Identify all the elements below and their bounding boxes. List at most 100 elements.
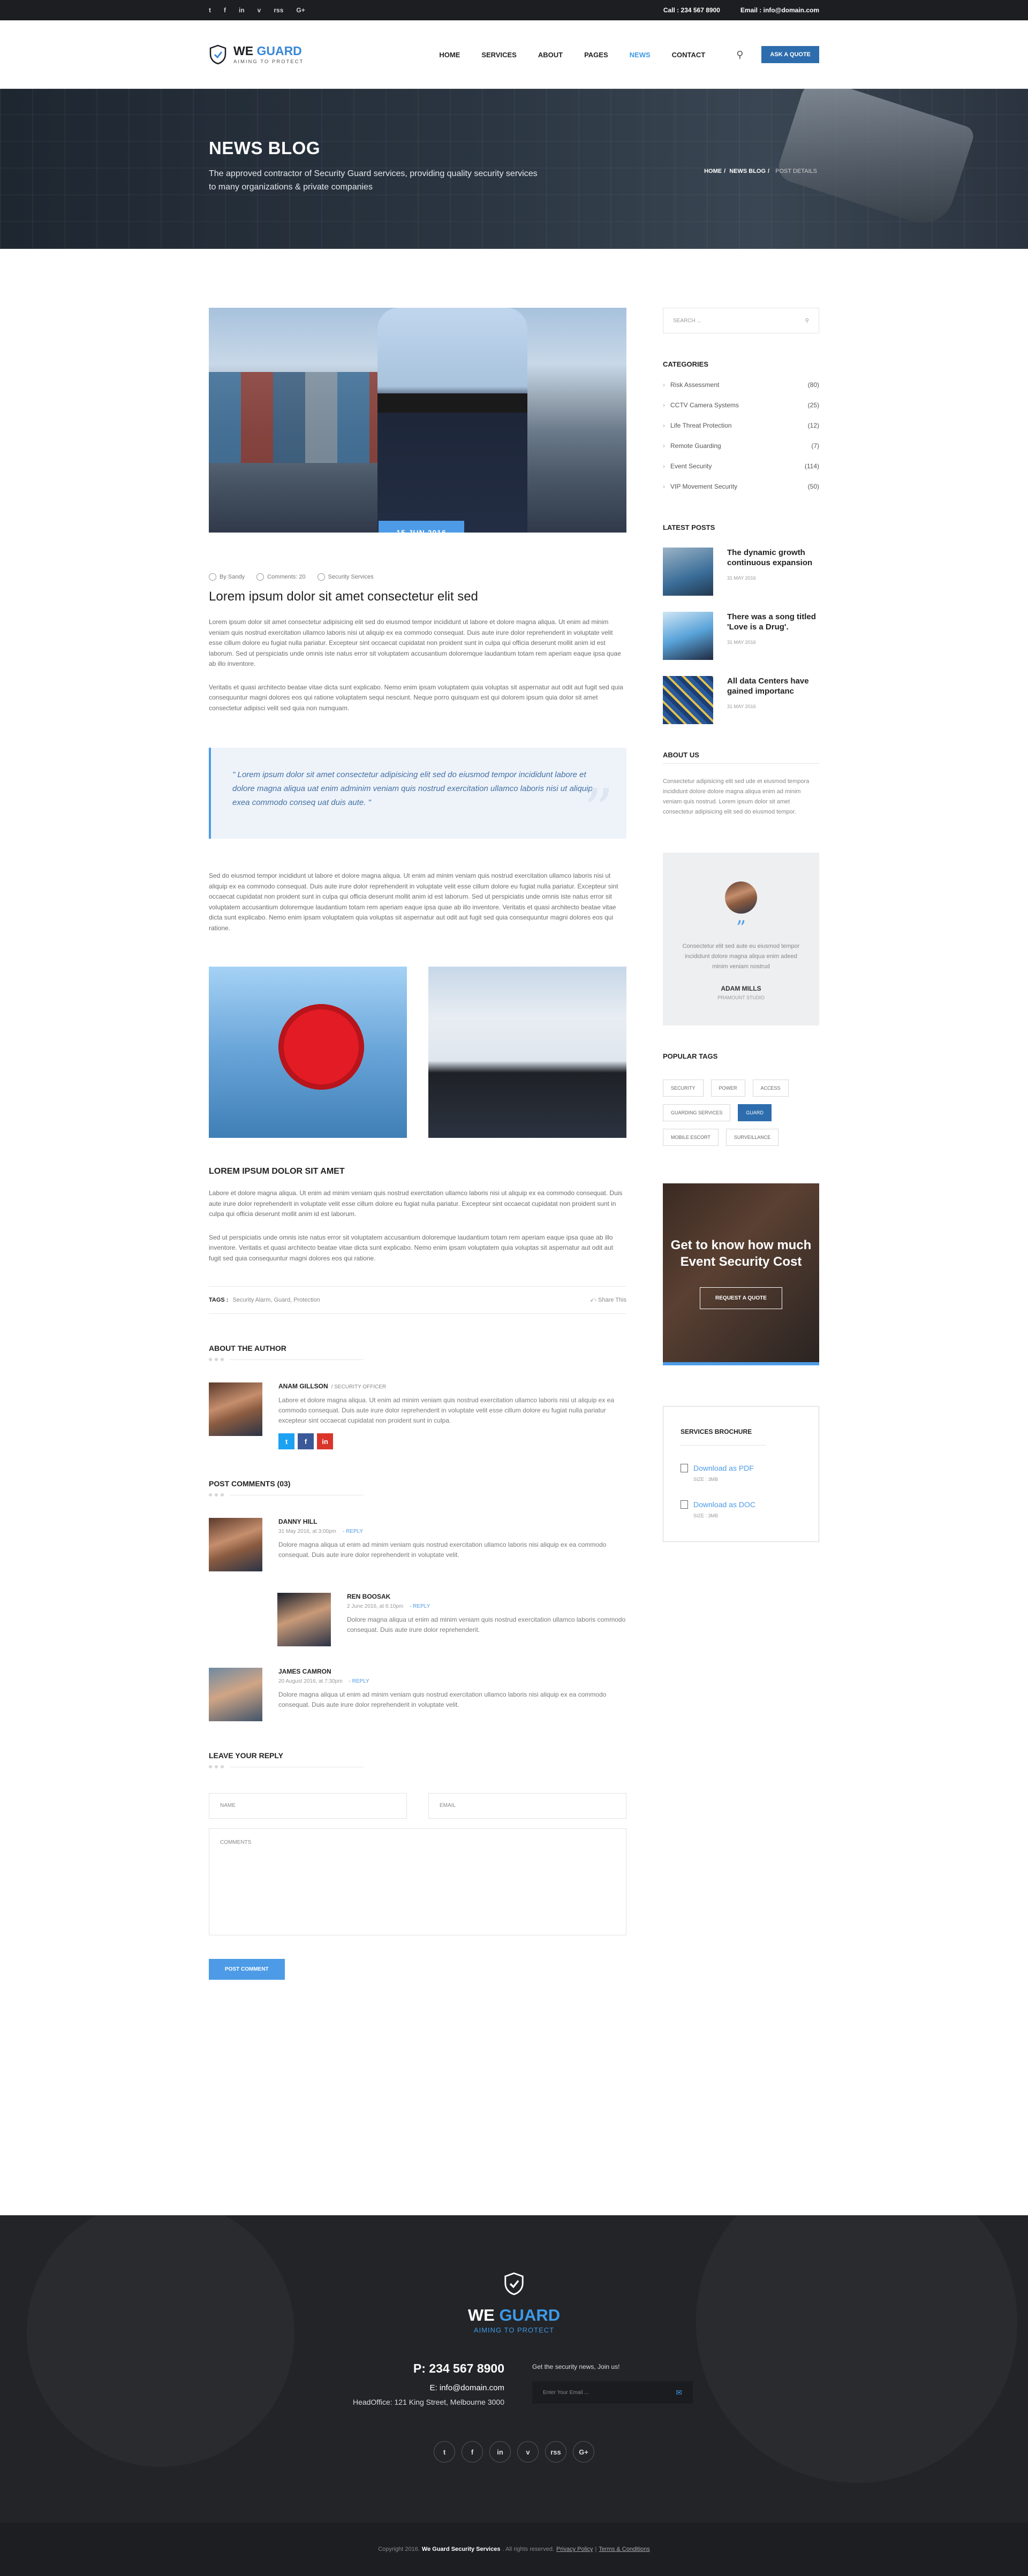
category-name[interactable]: Risk Assessment bbox=[663, 381, 719, 389]
post-title: Lorem ipsum dolor sit amet consectetur e… bbox=[209, 589, 478, 604]
ask-a-quote-button[interactable]: ASK A QUOTE bbox=[761, 46, 819, 63]
facebook-icon[interactable]: f bbox=[224, 6, 226, 14]
download-pdf-link[interactable]: Download as PDF bbox=[693, 1464, 754, 1472]
footer-logo[interactable]: WE GUARD AIMING TO PROTECT bbox=[0, 2272, 1028, 2334]
author-name: ANAM GILLSON bbox=[278, 1382, 328, 1390]
linkedin-icon[interactable]: in bbox=[317, 1433, 333, 1449]
category-item[interactable]: CCTV Camera Systems (25) bbox=[663, 401, 819, 409]
search-icon[interactable]: ⚲ bbox=[805, 318, 809, 324]
post-paragraph-5: Sed ut perspiciatis unde omnis iste natu… bbox=[209, 1233, 614, 1262]
commenter-name: JAMES CAMRON bbox=[278, 1668, 331, 1675]
tag-access[interactable]: ACCESS bbox=[752, 1080, 789, 1097]
tag-security[interactable]: SECURITY bbox=[663, 1080, 704, 1097]
menu-item-home[interactable]: HOME bbox=[439, 51, 460, 59]
post-category[interactable]: Security Services bbox=[317, 573, 374, 581]
download-size: SIZE : 3MB bbox=[693, 1477, 719, 1482]
rss-icon[interactable]: rss bbox=[545, 2441, 566, 2463]
search-icon[interactable]: ⚲ bbox=[736, 49, 743, 60]
page-banner: NEWS BLOG The approved contractor of Sec… bbox=[0, 89, 1028, 249]
post-comments-count[interactable]: Comments: 20 bbox=[256, 573, 306, 581]
download-pdf[interactable]: Download as PDF SIZE : 3MB bbox=[681, 1464, 802, 1482]
latest-post-title[interactable]: All data Centers have gained importanc bbox=[727, 676, 819, 696]
google-plus-icon[interactable]: G+ bbox=[573, 2441, 594, 2463]
breadcrumb-news-blog[interactable]: NEWS BLOG bbox=[729, 168, 766, 174]
category-item[interactable]: Event Security (114) bbox=[663, 462, 819, 470]
logo-guard: GUARD bbox=[256, 43, 302, 58]
post-author[interactable]: By Sandy bbox=[209, 573, 245, 581]
commenter-avatar bbox=[209, 1668, 262, 1721]
promo-title: Get to know how much Event Security Cost bbox=[670, 1238, 812, 1269]
google-plus-icon[interactable]: G+ bbox=[296, 6, 305, 14]
post-comment-button[interactable]: POST COMMENT bbox=[209, 1959, 285, 1980]
name-field[interactable]: NAME bbox=[209, 1793, 407, 1819]
footer-email[interactable]: E: info@domain.com bbox=[353, 2383, 504, 2392]
menu-item-services[interactable]: SERVICES bbox=[481, 51, 517, 59]
comment-date: 31 May 2016, at 3:00pm bbox=[278, 1529, 336, 1534]
category-item[interactable]: VIP Movement Security (50) bbox=[663, 483, 819, 490]
latest-post-item[interactable]: The dynamic growth continuous expansion 3… bbox=[663, 548, 819, 596]
vimeo-icon[interactable]: v bbox=[517, 2441, 539, 2463]
linkedin-icon[interactable]: in bbox=[489, 2441, 511, 2463]
reply-link[interactable]: - REPLY bbox=[410, 1604, 430, 1609]
comment-reply: REN BOOSAK 2 June 2016, at 6:10pm - REPLY… bbox=[277, 1593, 626, 1646]
category-name[interactable]: Remote Guarding bbox=[663, 442, 721, 450]
popular-tags-heading: POPULAR TAGS bbox=[663, 1052, 718, 1060]
category-item[interactable]: Remote Guarding (7) bbox=[663, 442, 819, 450]
latest-post-item[interactable]: There was a song titled 'Love is a Drug'… bbox=[663, 612, 819, 660]
latest-post-thumbnail bbox=[663, 548, 713, 596]
latest-post-title[interactable]: There was a song titled 'Love is a Drug'… bbox=[727, 612, 819, 632]
reply-link[interactable]: - REPLY bbox=[343, 1529, 363, 1534]
category-name[interactable]: Life Threat Protection bbox=[663, 422, 732, 429]
facebook-icon[interactable]: f bbox=[298, 1433, 314, 1449]
rss-icon[interactable]: rss bbox=[274, 6, 283, 14]
vimeo-icon[interactable]: v bbox=[258, 6, 261, 14]
latest-post-item[interactable]: All data Centers have gained importanc 31… bbox=[663, 676, 819, 724]
breadcrumb-current: POST DETAILS bbox=[775, 168, 817, 174]
heading-divider bbox=[209, 1358, 626, 1361]
send-icon[interactable]: ✉ bbox=[676, 2388, 682, 2397]
category-name[interactable]: VIP Movement Security bbox=[663, 483, 737, 490]
latest-post-title[interactable]: The dynamic growth continuous expansion bbox=[727, 548, 819, 568]
twitter-icon[interactable]: t bbox=[278, 1433, 294, 1449]
download-doc-link[interactable]: Download as DOC bbox=[693, 1500, 755, 1509]
reply-link[interactable]: - REPLY bbox=[349, 1678, 369, 1684]
category-name[interactable]: CCTV Camera Systems bbox=[663, 401, 739, 409]
request-quote-button[interactable]: REQUEST A QUOTE bbox=[700, 1287, 782, 1309]
download-size: SIZE : 3MB bbox=[693, 1513, 719, 1518]
categories-heading: CATEGORIES bbox=[663, 360, 708, 368]
menu-item-about[interactable]: ABOUT bbox=[538, 51, 563, 59]
menu-item-contact[interactable]: CONTACT bbox=[672, 51, 706, 59]
tag-guard[interactable]: GUARD bbox=[738, 1104, 772, 1121]
email-field[interactable]: EMAIL bbox=[428, 1793, 626, 1819]
breadcrumb-home[interactable]: HOME bbox=[704, 168, 722, 174]
post-tag-links[interactable]: Security Alarm, Guard, Protection bbox=[232, 1297, 320, 1303]
sidebar-search-input[interactable]: SEARCH ... ⚲ bbox=[663, 308, 819, 333]
newsletter-email-input[interactable]: Enter Your Email ... ✉ bbox=[532, 2381, 693, 2404]
download-doc[interactable]: Download as DOC SIZE : 3MB bbox=[681, 1500, 802, 1518]
category-item[interactable]: Risk Assessment (80) bbox=[663, 381, 819, 389]
category-item[interactable]: Life Threat Protection (12) bbox=[663, 422, 819, 429]
share-button[interactable]: ⤺ Share This bbox=[590, 1297, 626, 1304]
facebook-icon[interactable]: f bbox=[462, 2441, 483, 2463]
footer-phone: P: 234 567 8900 bbox=[413, 2361, 504, 2375]
comments-field[interactable]: COMMENTS bbox=[209, 1828, 626, 1935]
tag-guarding-services[interactable]: GUARDING SERVICES bbox=[663, 1104, 731, 1121]
folder-icon bbox=[317, 573, 325, 581]
tag-surveillance[interactable]: SURVEILLANCE bbox=[725, 1129, 779, 1146]
terms-link[interactable]: Terms & Conditions bbox=[599, 2546, 649, 2552]
linkedin-icon[interactable]: in bbox=[239, 6, 245, 14]
privacy-policy-link[interactable]: Privacy Policy bbox=[556, 2546, 593, 2552]
services-brochure: SERVICES BROCHURE Download as PDF SIZE : … bbox=[663, 1406, 819, 1542]
category-name[interactable]: Event Security bbox=[663, 462, 712, 470]
menu-item-pages[interactable]: PAGES bbox=[584, 51, 608, 59]
site-logo[interactable]: WE GUARD AIMING TO PROTECT bbox=[209, 44, 304, 65]
comment: DANNY HILL 31 May 2016, at 3:00pm - REPLY… bbox=[209, 1518, 626, 1571]
top-social-links: t f in v rss G+ bbox=[209, 6, 305, 14]
tag-mobile-escort[interactable]: MOBILE ESCORT bbox=[663, 1129, 719, 1146]
top-email[interactable]: Email : info@domain.com bbox=[740, 6, 819, 14]
brochure-heading: SERVICES BROCHURE bbox=[681, 1428, 752, 1435]
twitter-icon[interactable]: t bbox=[434, 2441, 455, 2463]
menu-item-news[interactable]: NEWS bbox=[630, 51, 651, 59]
tag-power[interactable]: POWER bbox=[710, 1080, 745, 1097]
twitter-icon[interactable]: t bbox=[209, 6, 211, 14]
